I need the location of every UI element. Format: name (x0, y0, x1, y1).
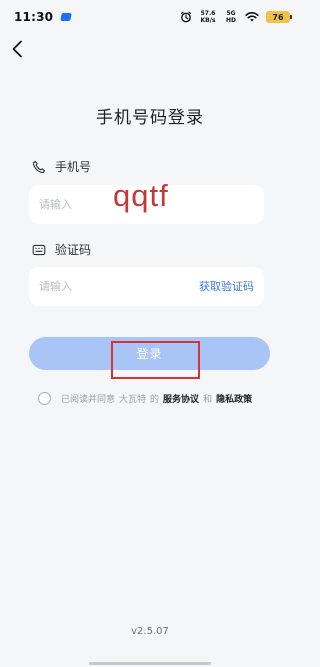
get-code-button[interactable]: 获取验证码 (199, 278, 254, 294)
home-indicator[interactable] (89, 662, 211, 665)
code-label-text: 验证码 (55, 243, 92, 257)
agreement-conjunction: 和 (203, 395, 213, 405)
status-bar: 11:30 57.6 KB/s 5G HD 76 (0, 0, 300, 34)
privacy-policy-link[interactable]: 隐私政策 (216, 392, 252, 405)
keyboard-icon (32, 244, 46, 255)
network-speed-unit: KB/s (200, 17, 216, 24)
app-version: v2.5.07 (131, 626, 169, 637)
network-type-top: 5G (226, 10, 236, 17)
agreement-row: 已阅读并同意 大瓦特 的 服务协议 和 隐私政策 (38, 392, 283, 405)
status-indicators: 57.6 KB/s 5G HD 76 (180, 10, 292, 24)
phone-icon (32, 160, 46, 173)
agreement-prefix: 已阅读并同意 (61, 395, 116, 405)
alarm-icon (180, 11, 192, 23)
phone-label-text: 手机号 (55, 160, 92, 174)
code-label: 验证码 (32, 241, 91, 258)
agreement-company: 大瓦特 (119, 395, 147, 405)
page-title: 手机号码登录 (96, 108, 204, 128)
network-speed-value: 57.6 (200, 10, 216, 17)
agreement-possessive: 的 (150, 395, 160, 405)
login-screen: 11:30 57.6 KB/s 5G HD 76 手机号码登录 手机号 请输入 … (0, 0, 300, 667)
code-input-container: 获取验证码 (29, 267, 264, 306)
agreement-checkbox[interactable] (38, 392, 51, 405)
network-speed: 57.6 KB/s (198, 10, 218, 24)
phone-input-container (29, 185, 264, 224)
phone-input[interactable] (39, 185, 254, 224)
network-type: 5G HD (224, 10, 238, 24)
status-time: 11:30 (14, 10, 54, 24)
app-notification-icon (60, 13, 72, 21)
back-button[interactable] (6, 38, 28, 60)
phone-label: 手机号 (32, 158, 91, 175)
network-type-bottom: HD (225, 17, 236, 24)
login-button-label: 登录 (136, 347, 163, 361)
service-agreement-link[interactable]: 服务协议 (163, 392, 199, 405)
wifi-icon (245, 12, 259, 22)
battery-indicator: 76 (266, 11, 292, 23)
battery-level: 76 (272, 12, 284, 22)
back-arrow-icon (12, 40, 22, 58)
login-button[interactable]: 登录 (29, 337, 270, 370)
